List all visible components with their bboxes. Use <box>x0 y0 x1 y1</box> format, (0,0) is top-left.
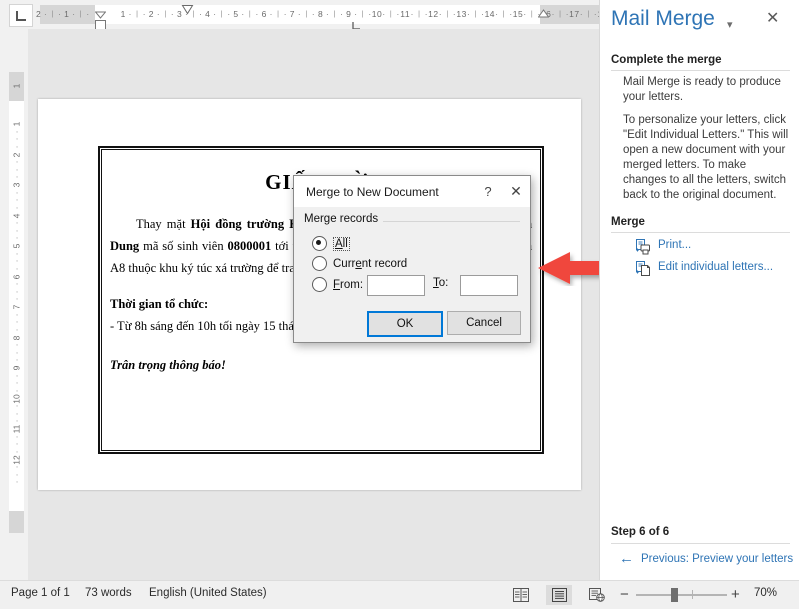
vertical-ruler[interactable]: 1 1 · · · 2 · · · 3 · · · 4 · · · 5 · · · 6 · · · 7 · · · 8 · · · 9 · · · 10 ·… <box>0 29 28 580</box>
zoom-in-button[interactable]: + <box>731 586 740 603</box>
web-layout-icon <box>589 588 605 602</box>
print-layout-view-button[interactable] <box>546 585 572 605</box>
page-indicator[interactable]: Page 1 of 1 <box>11 587 70 599</box>
complete-merge-rule <box>611 70 790 71</box>
word-count[interactable]: 73 words <box>85 587 132 599</box>
radio-from[interactable]: From: <box>312 277 363 292</box>
edit-document-icon <box>635 261 651 277</box>
radio-all-rest: ll <box>342 237 348 250</box>
mail-merge-task-pane[interactable]: Mail Merge ▾ ✕ Complete the merge Mail M… <box>599 0 799 580</box>
radio-all-indicator[interactable] <box>312 236 327 251</box>
to-input[interactable] <box>460 275 518 296</box>
arrow-left-icon: ← <box>619 550 634 567</box>
previous-step-row[interactable]: ← Previous: Preview your letters <box>619 551 793 566</box>
chevron-down-icon[interactable]: ▾ <box>727 18 733 31</box>
radio-from-indicator[interactable] <box>312 277 327 292</box>
cancel-button[interactable]: Cancel <box>447 311 521 335</box>
language-indicator[interactable]: English (United States) <box>149 587 267 599</box>
ruler-minor-tick: · <box>86 9 90 19</box>
radio-all-label: All <box>333 236 350 251</box>
print-link-row[interactable]: Print... <box>635 239 691 255</box>
read-mode-icon <box>513 588 529 602</box>
close-icon[interactable]: ✕ <box>502 176 530 207</box>
radio-all-accesskey: A <box>335 237 343 250</box>
dialog-body: Merge records All Current record From: T… <box>294 207 530 342</box>
dialog-title: Merge to New Document <box>306 184 439 199</box>
document-closing-text: Trân trọng thông báo! <box>110 358 226 372</box>
word-application-window: 2 · | · 1 · | · 1 · | · 2 · | · 3 · | · 4 · | · 5 · | · 6 · | · 7 · | · 8 · | ·… <box>0 0 799 609</box>
zoom-slider-midpoint <box>692 590 693 599</box>
radio-all[interactable]: All <box>312 236 350 251</box>
radio-from-label: From: <box>333 278 364 291</box>
status-bar[interactable]: Page 1 of 1 73 words English (United Sta… <box>0 580 799 609</box>
personalize-paragraph: To personalize your letters, click "Edit… <box>623 114 789 201</box>
merge-ready-paragraph: Mail Merge is ready to produce your lett… <box>623 76 781 103</box>
to-label: To: <box>433 277 448 289</box>
merge-to-new-document-dialog[interactable]: Merge to New Document ? ✕ Merge records … <box>293 175 531 343</box>
document-closing: Trân trọng thông báo! <box>110 358 532 373</box>
bottom-margin-shade <box>9 511 24 533</box>
zoom-level[interactable]: 70% <box>754 587 777 599</box>
merge-records-group-label: Merge records <box>304 213 384 225</box>
left-tab-stop-icon <box>16 10 26 21</box>
help-icon[interactable]: ? <box>474 176 502 207</box>
merge-rule <box>611 232 790 233</box>
print-document-icon <box>635 239 651 255</box>
web-layout-view-button[interactable] <box>584 585 610 605</box>
zoom-out-button[interactable]: − <box>620 586 629 603</box>
zoom-slider-thumb[interactable] <box>671 588 678 602</box>
edit-individual-letters-row[interactable]: Edit individual letters... <box>635 261 773 277</box>
complete-merge-heading: Complete the merge <box>611 54 722 66</box>
print-layout-icon <box>551 588 567 602</box>
dialog-title-bar[interactable]: Merge to New Document ? ✕ <box>294 176 530 207</box>
close-icon[interactable]: ✕ <box>766 11 779 27</box>
from-input[interactable] <box>367 275 425 296</box>
read-mode-view-button[interactable] <box>508 585 534 605</box>
task-pane-header: Mail Merge ▾ ✕ <box>600 0 799 44</box>
radio-current-record-indicator[interactable] <box>312 256 327 271</box>
radio-current-record[interactable]: Current record <box>312 256 407 271</box>
radio-current-record-label: Current record <box>333 257 408 270</box>
merge-heading: Merge <box>611 216 645 228</box>
vruler-tick: 1 <box>11 83 22 89</box>
vruler-minor-tick: · <box>11 480 22 484</box>
previous-step-link[interactable]: Previous: Preview your letters <box>641 553 793 565</box>
top-indent-tee-icon <box>181 3 194 21</box>
task-pane-title: Mail Merge <box>611 7 715 30</box>
right-indent-marker[interactable] <box>537 5 550 23</box>
print-link[interactable]: Print... <box>658 239 691 251</box>
step-rule <box>611 543 790 544</box>
zoom-slider-track[interactable] <box>636 594 727 596</box>
edit-individual-letters-link[interactable]: Edit individual letters... <box>658 261 773 273</box>
to-label-text: To: <box>433 277 449 289</box>
ok-button[interactable]: OK <box>367 311 443 337</box>
step-indicator: Step 6 of 6 <box>611 526 670 538</box>
